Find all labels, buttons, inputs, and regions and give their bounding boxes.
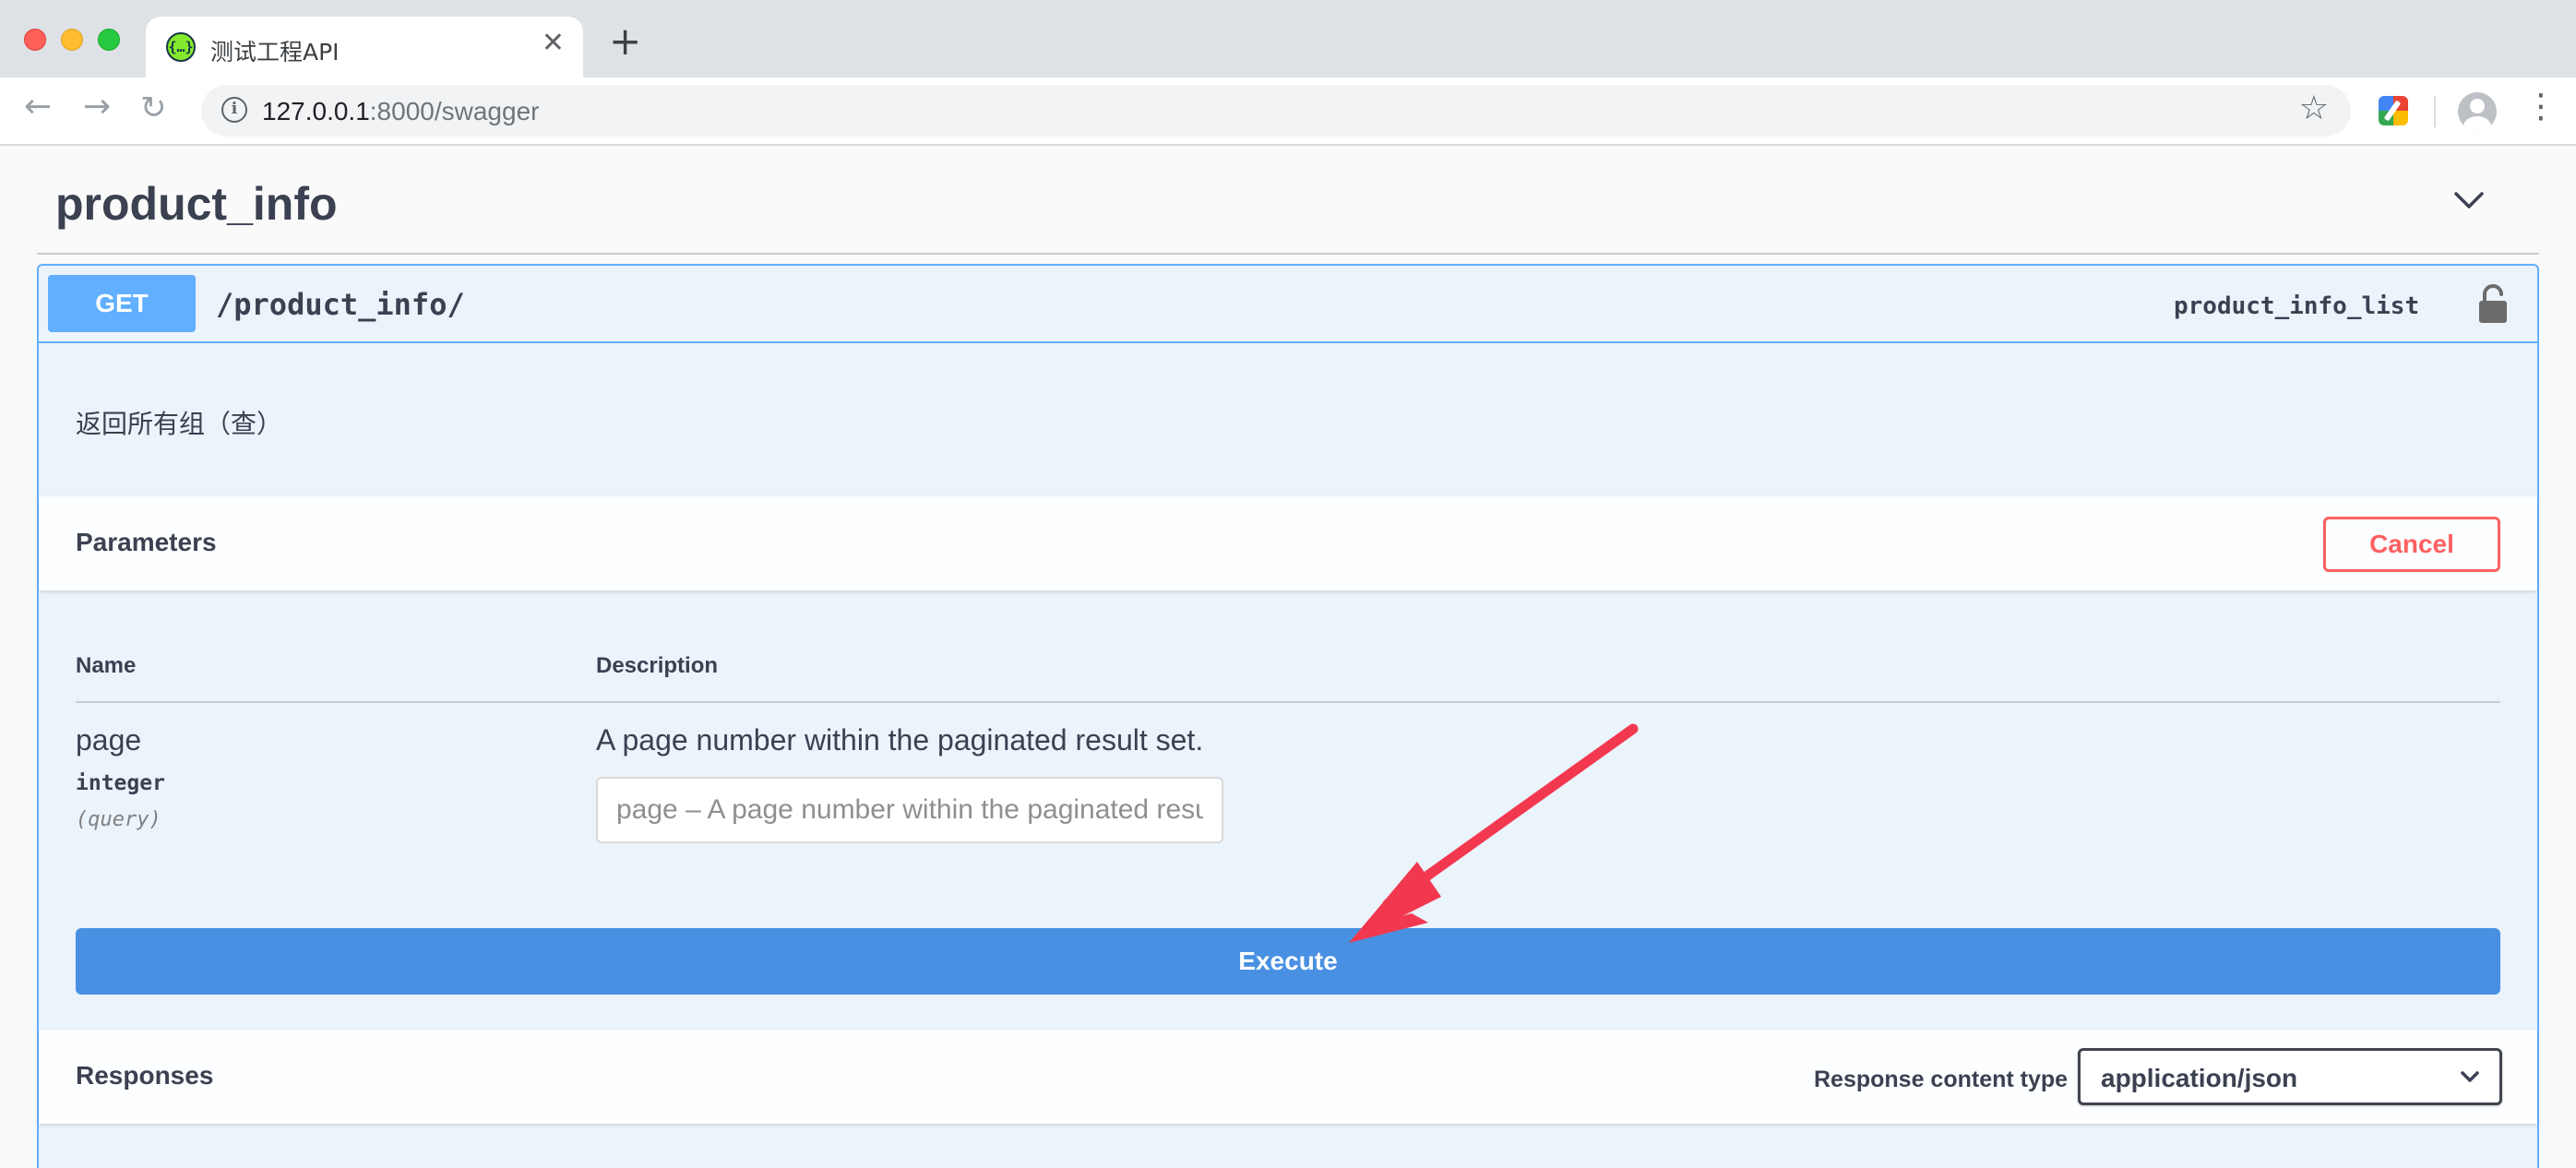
unlock-icon[interactable] — [2476, 284, 2510, 325]
operation-block-get: GET /product_info/ product_info_list 返回所… — [37, 264, 2539, 1168]
address-url[interactable]: 127.0.0.1:8000/swagger — [262, 97, 539, 126]
response-content-type-value: application/json — [2101, 1064, 2298, 1092]
response-content-type-label: Response content type — [1814, 1067, 2069, 1092]
parameters-header: Parameters Cancel — [39, 496, 2537, 590]
back-arrow-icon[interactable]: ← — [24, 90, 52, 124]
column-header-description: Description — [596, 653, 719, 678]
bookmark-star-icon[interactable]: ☆ — [2299, 92, 2329, 125]
http-method-badge: GET — [48, 275, 196, 332]
browser-tab-bar: {…} 测试工程API ✕ + — [0, 0, 2576, 77]
window-close-button[interactable] — [24, 29, 46, 51]
operation-description: 返回所有组（查） — [76, 409, 283, 439]
url-host: 127.0.0.1 — [262, 97, 370, 125]
page-param-input[interactable] — [596, 777, 1223, 843]
new-tab-icon[interactable]: + — [609, 22, 641, 61]
browser-toolbar: ← → ↻ i 127.0.0.1:8000/swagger ☆ ⋮ — [0, 77, 2576, 146]
chevron-down-icon[interactable] — [2451, 183, 2487, 220]
window-maximize-button[interactable] — [98, 29, 120, 51]
address-bar[interactable]: i 127.0.0.1:8000/swagger ☆ — [201, 85, 2351, 137]
responses-header: Responses Response content type applicat… — [39, 1030, 2537, 1124]
param-type: integer — [76, 771, 165, 795]
forward-arrow-icon[interactable]: → — [83, 90, 111, 124]
column-header-name: Name — [76, 653, 137, 678]
param-description: A page number within the paginated resul… — [596, 723, 1204, 757]
param-name: page — [76, 723, 142, 757]
extension-icon[interactable] — [2379, 96, 2408, 125]
reload-icon[interactable]: ↻ — [140, 92, 167, 124]
swagger-page: product_info GET /product_info/ product_… — [0, 146, 2576, 1168]
swagger-favicon-icon: {…} — [166, 32, 196, 62]
section-title[interactable]: product_info — [55, 177, 338, 231]
section-divider — [37, 253, 2539, 255]
operation-summary[interactable]: GET /product_info/ product_info_list — [39, 266, 2537, 343]
parameters-title: Parameters — [76, 528, 217, 556]
browser-tab-active[interactable]: {…} 测试工程API ✕ — [146, 17, 583, 77]
tab-title: 测试工程API — [210, 39, 340, 66]
window-minimize-button[interactable] — [61, 29, 83, 51]
profile-avatar-icon[interactable] — [2458, 92, 2497, 131]
table-header-divider — [76, 701, 2500, 703]
tab-close-icon[interactable]: ✕ — [542, 30, 565, 57]
param-location: (query) — [76, 808, 161, 831]
cancel-button[interactable]: Cancel — [2323, 517, 2500, 572]
response-content-type-select[interactable]: application/json — [2078, 1048, 2502, 1105]
kebab-menu-icon[interactable]: ⋮ — [2524, 90, 2558, 124]
url-path: :8000/swagger — [369, 97, 540, 125]
execute-button[interactable]: Execute — [76, 928, 2500, 995]
site-info-icon[interactable]: i — [221, 97, 247, 123]
operation-id: product_info_list — [2174, 292, 2420, 320]
operation-path: /product_info/ — [216, 287, 465, 322]
toolbar-divider — [2434, 96, 2436, 127]
responses-title: Responses — [76, 1061, 214, 1090]
chevron-down-icon — [2461, 1071, 2479, 1082]
